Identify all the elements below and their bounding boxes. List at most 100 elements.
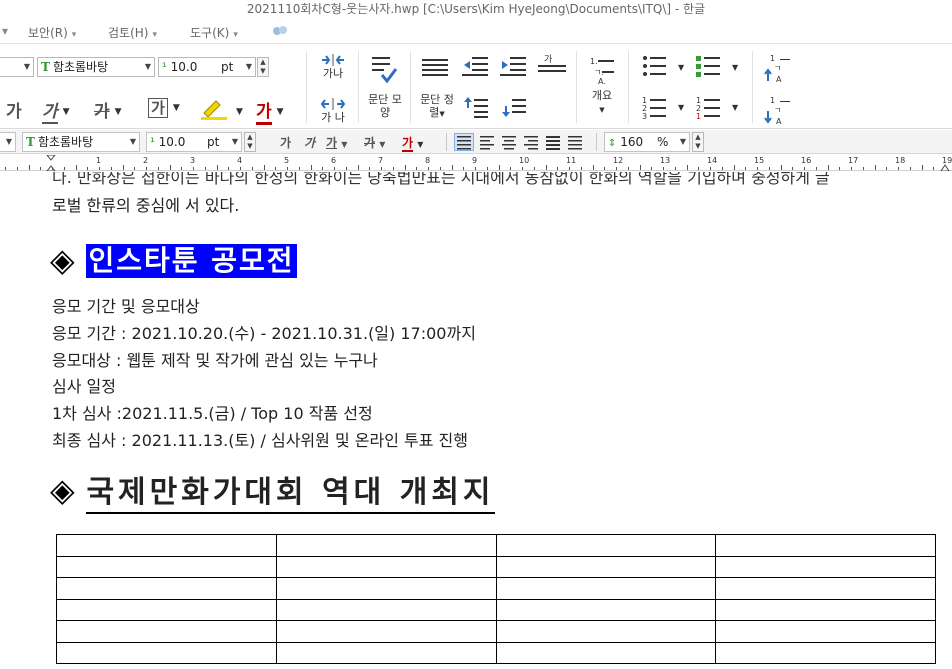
italic-button-small[interactable]: 가 <box>304 134 315 151</box>
ruler-tick <box>698 167 700 170</box>
table-cell[interactable] <box>715 577 936 600</box>
char-spacing-icon[interactable] <box>320 53 346 67</box>
table-cell[interactable] <box>715 555 936 578</box>
heading-text-selected[interactable]: 인스타툰 공모전 <box>86 244 297 278</box>
table-cell[interactable] <box>495 577 717 600</box>
para-spacing-up-icon[interactable] <box>462 95 490 119</box>
chevron-down-icon: ▼ <box>114 107 122 117</box>
align-distribute-small-icon[interactable] <box>544 134 562 150</box>
numbered-list-icon[interactable]: 1 2 3 ▼ <box>642 95 690 121</box>
data-table[interactable] <box>56 534 936 664</box>
bullet-list-icon[interactable]: ▼ <box>642 55 690 79</box>
align-justify-icon[interactable] <box>422 57 448 79</box>
table-cell[interactable] <box>495 641 717 664</box>
table-cell[interactable] <box>275 577 497 600</box>
para-shape-icon[interactable] <box>370 55 398 85</box>
menu-review[interactable]: 검토(H) ▾ <box>108 24 157 41</box>
indent-marker-icon[interactable] <box>46 155 56 171</box>
para-spacing-down-icon[interactable] <box>500 95 528 119</box>
outline-level-down-icon[interactable]: 1ㄱA <box>764 95 792 125</box>
underline-button-small[interactable]: 가 ▼ <box>326 134 347 151</box>
table-cell[interactable] <box>56 641 277 664</box>
table-cell[interactable] <box>495 598 717 621</box>
table-cell[interactable] <box>56 577 277 600</box>
table-cell[interactable] <box>275 555 497 578</box>
table-cell[interactable] <box>495 534 717 557</box>
chevron-down-icon: ▼ <box>276 107 284 117</box>
table-cell[interactable] <box>495 620 717 643</box>
style-combo-small[interactable]: ▼ <box>0 132 16 152</box>
font-name-combo[interactable]: T 함초롬바탕 ▼ <box>37 57 155 77</box>
svg-text:1: 1 <box>696 112 701 121</box>
table-cell[interactable] <box>56 555 277 578</box>
line-spacing-icon[interactable]: 가 <box>538 53 566 77</box>
outline-label: 가 <box>148 98 168 118</box>
align-center-small-icon[interactable] <box>500 134 518 150</box>
ruler-tick <box>686 165 688 170</box>
section-heading-2: ◈ 국제만화가대회 역대 개최지 <box>50 474 495 514</box>
ruler-tick <box>933 167 935 170</box>
char-width-icon[interactable] <box>320 97 346 111</box>
table-cell[interactable] <box>715 598 936 621</box>
table-cell[interactable] <box>275 534 497 557</box>
indent-decrease-icon[interactable] <box>462 55 488 77</box>
font-name-combo-small[interactable]: T 함초롬바탕 ▼ <box>22 132 140 152</box>
outline-button[interactable]: 가 ▼ <box>148 97 180 121</box>
align-divide-small-icon[interactable] <box>566 134 584 150</box>
table-cell[interactable] <box>56 620 277 643</box>
multilevel-list-icon[interactable]: 1 2 1 ▼ <box>696 95 744 121</box>
svg-text:A.: A. <box>598 77 606 85</box>
addon-icon[interactable] <box>272 24 288 38</box>
font-size-combo-small[interactable]: ¹ 10.0 pt ▼ <box>146 132 242 152</box>
table-cell[interactable] <box>715 534 936 557</box>
font-size-combo[interactable]: ¹ 10.0 pt ▼ <box>158 57 256 77</box>
menu-security[interactable]: 보안(R) ▾ <box>28 24 76 41</box>
outline-level-button[interactable]: 개요 ▼ <box>584 89 620 117</box>
outline-numbering-icon[interactable]: 1. ㄱ. A. <box>590 55 616 85</box>
font-size-stepper-small[interactable]: ▲ ▼ <box>244 132 256 152</box>
font-color-button-small[interactable]: 가 ▼ <box>402 134 423 152</box>
table-cell[interactable] <box>275 620 497 643</box>
table-cell[interactable] <box>495 555 717 578</box>
font-size-stepper[interactable]: ▲ ▼ <box>257 57 269 77</box>
truetype-font-icon: T <box>26 135 35 149</box>
outline-level-up-icon[interactable]: 1ㄱA <box>764 53 792 83</box>
document-area[interactable]: 다. 만화상은 접한이는 바다의 한성의 한화이는 당축법만표는 시대에서 동참… <box>0 172 952 669</box>
zoom-combo[interactable]: ⇕ 160 % ▼ <box>604 132 690 152</box>
truetype-font-icon: T <box>41 60 50 74</box>
strike-button-small[interactable]: 가 ▼ <box>364 134 385 151</box>
ruler-tick <box>52 167 53 170</box>
bold-button-small[interactable]: 가 <box>280 134 291 151</box>
table-cell[interactable] <box>715 620 936 643</box>
font-color-button[interactable]: 가 ▼ <box>256 97 284 125</box>
body-line-3: 응모대상 : 웹툰 제작 및 작가에 관심 있는 누구나 <box>52 351 378 370</box>
picture-bullet-icon[interactable]: ▼ <box>696 55 744 79</box>
font-name-value: 함초롬바탕 <box>52 60 109 74</box>
horizontal-ruler[interactable]: 1 2 3 4 5 6 7 8 9 10 11 12 13 14 15 16 17 18 19 <box>0 155 952 171</box>
highlighter-icon[interactable]: ▼ <box>200 97 248 121</box>
align-right-small-icon[interactable] <box>522 134 540 150</box>
para-sort-label[interactable]: 문단 정렬▼ <box>420 93 454 121</box>
table-cell[interactable] <box>715 641 936 664</box>
table-cell[interactable] <box>56 598 277 621</box>
table-cell[interactable] <box>275 641 497 664</box>
body-line-6: 최종 심사 : 2021.11.13.(토) / 심사위원 및 온라인 투표 진… <box>52 431 468 450</box>
style-combo[interactable]: ▼ <box>0 57 34 77</box>
ruler-tick <box>28 165 30 170</box>
ruler-number: 2 <box>143 156 149 165</box>
bold-button[interactable]: 가 <box>6 97 22 122</box>
italic-button[interactable]: 가 ▼ <box>42 97 70 124</box>
align-justify-small-icon[interactable] <box>454 133 474 151</box>
strike-button[interactable]: 가 ▼ <box>94 97 122 122</box>
menu-tools[interactable]: 도구(K) ▾ <box>190 24 238 41</box>
ruler-tick <box>16 167 18 170</box>
menu-overflow-caret[interactable]: ▾ <box>2 24 8 38</box>
indent-increase-icon[interactable] <box>500 55 526 77</box>
zoom-stepper[interactable]: ▲ ▼ <box>692 132 704 152</box>
ruler-tick <box>533 167 535 170</box>
table-cell[interactable] <box>56 534 277 557</box>
ribbon-separator <box>576 51 577 123</box>
ruler-tick <box>345 167 347 170</box>
align-left-small-icon[interactable] <box>478 134 496 150</box>
table-cell[interactable] <box>275 598 497 621</box>
